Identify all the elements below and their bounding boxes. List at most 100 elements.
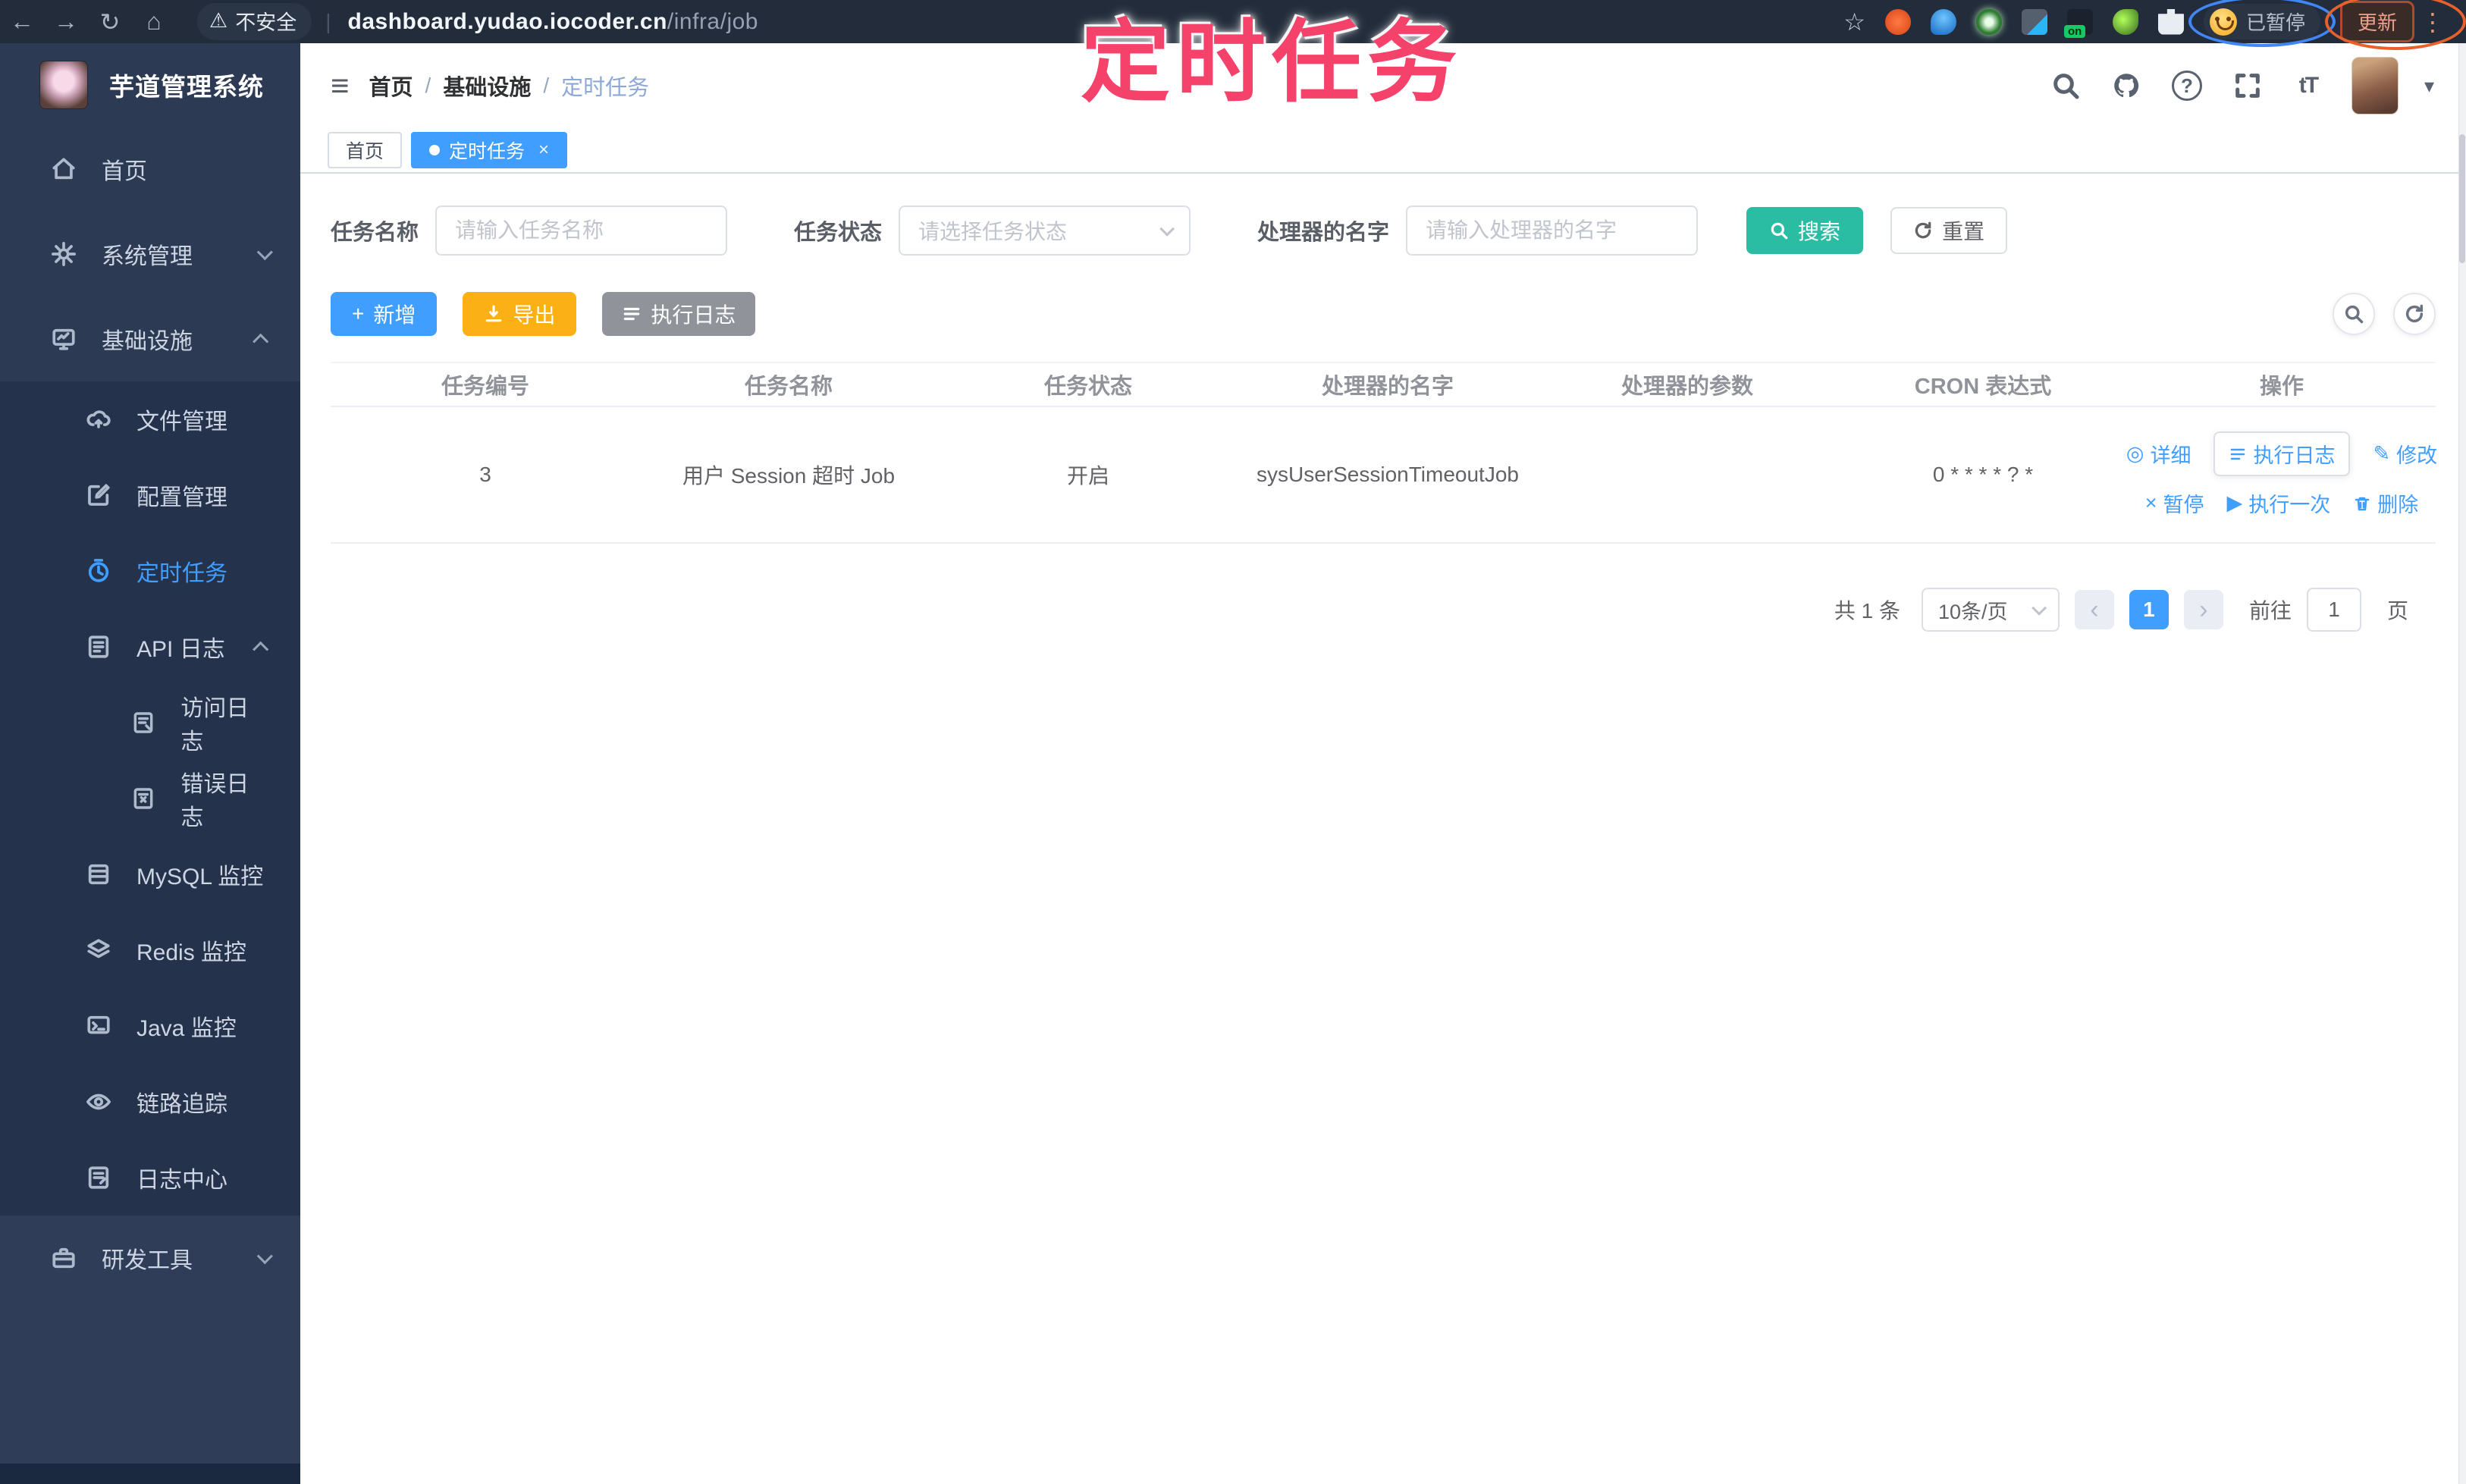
extension-map-icon[interactable]: [1930, 8, 1956, 35]
job-status-select[interactable]: 请选择任务状态: [899, 206, 1191, 256]
browser-update-button[interactable]: 更新: [2339, 1, 2414, 42]
job-name-input[interactable]: [435, 206, 728, 256]
scrollbar[interactable]: [2458, 43, 2466, 1484]
extension-switch-icon[interactable]: on: [2063, 8, 2093, 38]
sidebar-item-job[interactable]: 定时任务: [0, 533, 300, 609]
sidebar-item-log-center[interactable]: 日志中心: [0, 1140, 300, 1216]
user-avatar[interactable]: [2351, 57, 2399, 115]
toggle-search-button[interactable]: [2333, 293, 2375, 335]
table-header-row: 任务编号 任务名称 任务状态 处理器的名字 处理器的参数 CRON 表达式 操作: [331, 362, 2436, 407]
col-handler-name: 处理器的名字: [1239, 362, 1536, 407]
page-size-value: 10条/页: [1937, 600, 2008, 623]
font-size-icon[interactable]: tT: [2291, 68, 2326, 103]
sidebar-item-config[interactable]: 配置管理: [0, 457, 300, 533]
profile-paused-pill[interactable]: 已暂停: [2203, 4, 2320, 39]
delete-label: 删除: [2377, 494, 2419, 516]
sidebar-item-home[interactable]: 首页: [0, 127, 300, 212]
job-log-button[interactable]: 执行日志: [602, 292, 756, 336]
sidebar-item-label: 访问日志: [180, 696, 249, 755]
on-badge: on: [2063, 24, 2086, 38]
goto-page-input[interactable]: [2306, 588, 2361, 632]
pause-link[interactable]: × 暂停: [2145, 488, 2204, 518]
scrollbar-thumb[interactable]: [2459, 134, 2465, 263]
browser-reload-icon[interactable]: ↻: [88, 8, 132, 36]
sidebar-item-redis[interactable]: Redis 监控: [0, 912, 300, 988]
sidebar-item-file[interactable]: 文件管理: [0, 381, 300, 457]
monitor-icon: [47, 326, 80, 352]
sidebar-item-error-log[interactable]: 错误日志: [0, 761, 300, 836]
cell-job-id: 3: [331, 406, 640, 544]
sidebar-item-access-log[interactable]: 访问日志: [0, 685, 300, 761]
search-icon[interactable]: [2048, 68, 2083, 103]
sidebar-item-api-log[interactable]: API 日志: [0, 609, 300, 685]
tab-home[interactable]: 首页: [328, 132, 403, 168]
app-title: 芋道管理系统: [109, 73, 264, 101]
breadcrumb-infra[interactable]: 基础设施: [443, 70, 531, 102]
sidebar-item-label: Redis 监控: [136, 940, 247, 965]
browser-chrome: ← → ↻ ⌂ ⚠ 不安全 | dashboard.yudao.iocoder.…: [0, 0, 2466, 50]
page-number-active[interactable]: 1: [2129, 590, 2169, 629]
browser-back-icon[interactable]: ←: [0, 8, 44, 36]
github-icon[interactable]: [2109, 68, 2144, 103]
sidebar-item-trace[interactable]: 链路追踪: [0, 1064, 300, 1140]
next-page-button[interactable]: ›: [2183, 590, 2223, 629]
page-size-select[interactable]: 10条/页: [1921, 588, 2060, 632]
detail-link[interactable]: ◎ 详细: [2126, 439, 2191, 469]
edit-square-icon: [82, 482, 115, 508]
security-badge[interactable]: ⚠ 不安全: [197, 3, 312, 40]
browser-menu-dots-icon[interactable]: ⋮: [2414, 8, 2451, 36]
job-log-label: 执行日志: [2253, 444, 2336, 467]
database-icon: [82, 861, 115, 887]
app-logo: [39, 61, 88, 109]
add-button-label: 新增: [373, 303, 416, 327]
bookmark-star-icon[interactable]: ☆: [1843, 10, 1865, 34]
view-icon: ◎: [2126, 442, 2144, 465]
refresh-button[interactable]: [2393, 293, 2436, 335]
edit-link[interactable]: ✎ 修改: [2373, 439, 2437, 469]
sidebar-item-mysql[interactable]: MySQL 监控: [0, 836, 300, 912]
chevron-down-icon: [256, 1247, 273, 1264]
briefcase-icon: [47, 1245, 80, 1271]
browser-forward-icon[interactable]: →: [44, 8, 88, 36]
filter-form: 任务名称 任务状态 请选择任务状态 处理器的名字 搜索 重置: [331, 206, 2436, 256]
warning-icon: ⚠: [209, 9, 228, 32]
handler-name-input[interactable]: [1406, 206, 1699, 256]
layers-icon: [82, 937, 115, 963]
row-job-log-link[interactable]: 执行日志: [2213, 431, 2351, 476]
cell-job-status: 开启: [937, 406, 1239, 544]
url-path: /infra/job: [667, 8, 758, 34]
prev-page-button[interactable]: ‹: [2074, 590, 2114, 629]
fullscreen-icon[interactable]: [2230, 68, 2265, 103]
export-button[interactable]: 导出: [463, 292, 577, 336]
plus-icon: +: [352, 302, 365, 325]
sidebar-item-java[interactable]: Java 监控: [0, 988, 300, 1064]
breadcrumb-home[interactable]: 首页: [369, 70, 413, 102]
app-logo-row[interactable]: 芋道管理系统: [0, 43, 300, 127]
tab-close-icon[interactable]: ×: [538, 140, 549, 161]
sidebar-item-infra[interactable]: 基础设施: [0, 296, 300, 381]
detail-label: 详细: [2150, 444, 2191, 467]
run-once-link[interactable]: ▶ 执行一次: [2227, 488, 2331, 518]
extension-orange-icon[interactable]: [1884, 8, 1911, 35]
question-glyph: ?: [2171, 71, 2202, 101]
cloud-upload-icon: [82, 406, 115, 432]
app-header: ≡ 首页 / 基础设施 / 定时任务 ? tT ▾: [300, 43, 2466, 128]
delete-link[interactable]: 删除: [2353, 488, 2418, 518]
help-icon[interactable]: ?: [2170, 68, 2204, 103]
add-button[interactable]: + 新增: [331, 292, 438, 336]
avatar-caret-icon[interactable]: ▾: [2424, 74, 2434, 98]
reset-button[interactable]: 重置: [1890, 207, 2008, 254]
col-actions: 操作: [2128, 362, 2436, 407]
extensions-puzzle-icon[interactable]: [2157, 8, 2184, 35]
sidebar-item-label: MySQL 监控: [136, 864, 264, 889]
tab-job[interactable]: 定时任务 ×: [411, 132, 568, 168]
extension-leaf-icon[interactable]: [2112, 8, 2138, 35]
sidebar-item-system[interactable]: 系统管理: [0, 212, 300, 296]
menu-fold-icon[interactable]: ≡: [331, 67, 350, 104]
browser-home-icon[interactable]: ⌂: [132, 8, 176, 36]
extension-green-check-icon[interactable]: [1975, 8, 2002, 35]
search-button[interactable]: 搜索: [1746, 207, 1864, 254]
sidebar-item-devtools[interactable]: 研发工具: [0, 1216, 300, 1300]
address-bar[interactable]: dashboard.yudao.iocoder.cn/infra/job: [348, 9, 759, 35]
extension-grid-icon[interactable]: [2021, 8, 2047, 35]
